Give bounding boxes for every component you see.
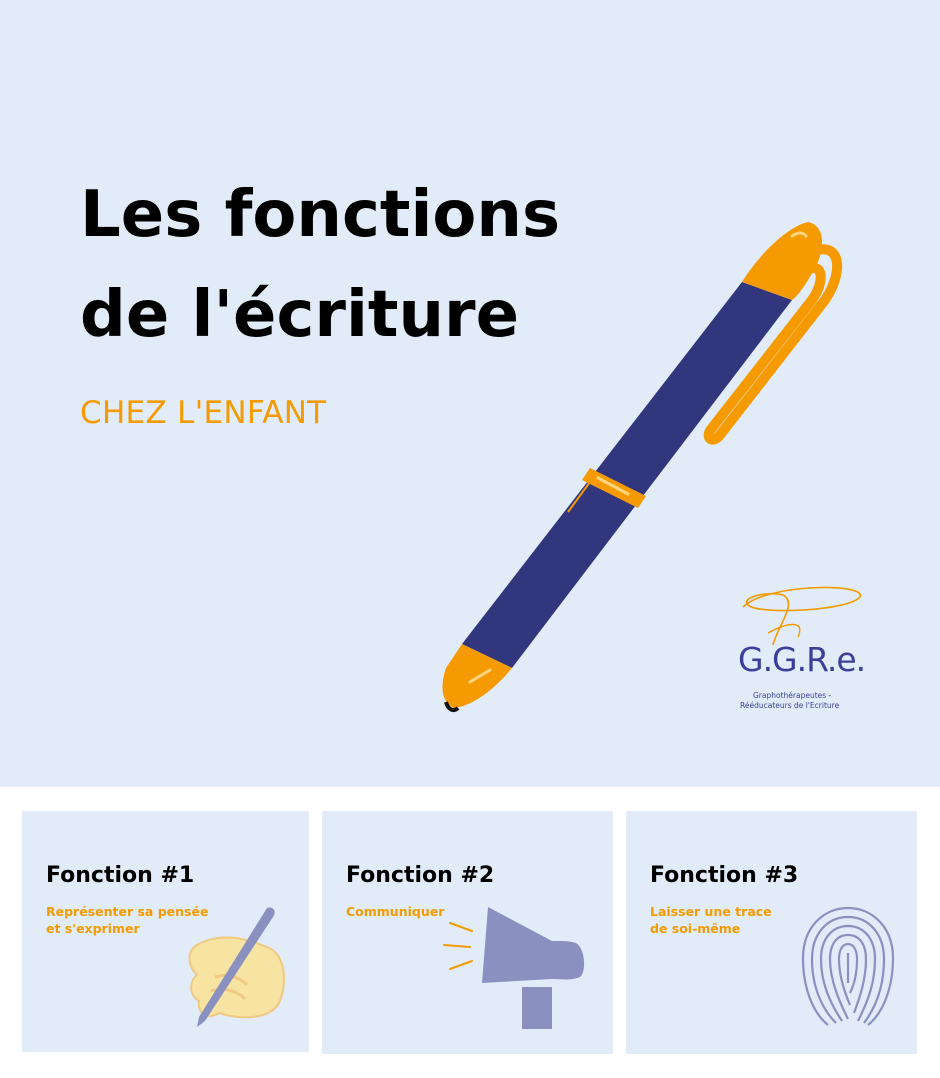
megaphone-icon xyxy=(443,907,585,1029)
card-description: Laisser une trace de soi-même xyxy=(650,904,772,936)
card-fonction-2: Fonction #2 Communiquer xyxy=(322,811,613,1054)
card-title: Fonction #3 xyxy=(650,863,799,888)
subtitle: CHEZ L'ENFANT xyxy=(80,395,327,431)
card-title: Fonction #1 xyxy=(46,863,195,888)
hero-section: Les fonctions de l'écriture CHEZ L'ENFAN… xyxy=(0,0,940,787)
card-title: Fonction #2 xyxy=(346,863,495,888)
logo-tagline-1: Graphothérapeutes - xyxy=(753,691,832,700)
hand-writing-icon xyxy=(188,907,285,1027)
card-fonction-1: Fonction #1 Représenter sa pensée et s'e… xyxy=(22,811,309,1052)
card-description: Communiquer xyxy=(346,904,445,919)
logo-letters: G.G.R.e. xyxy=(738,640,866,679)
fingerprint-icon xyxy=(801,906,895,1026)
ggre-logo: G.G.R.e. Graphothérapeutes - Rééducateur… xyxy=(728,585,868,715)
logo-tagline-2: Rééducateurs de l'Ecriture xyxy=(740,701,840,710)
card-fonction-3: Fonction #3 Laisser une trace de soi-mêm… xyxy=(626,811,917,1054)
